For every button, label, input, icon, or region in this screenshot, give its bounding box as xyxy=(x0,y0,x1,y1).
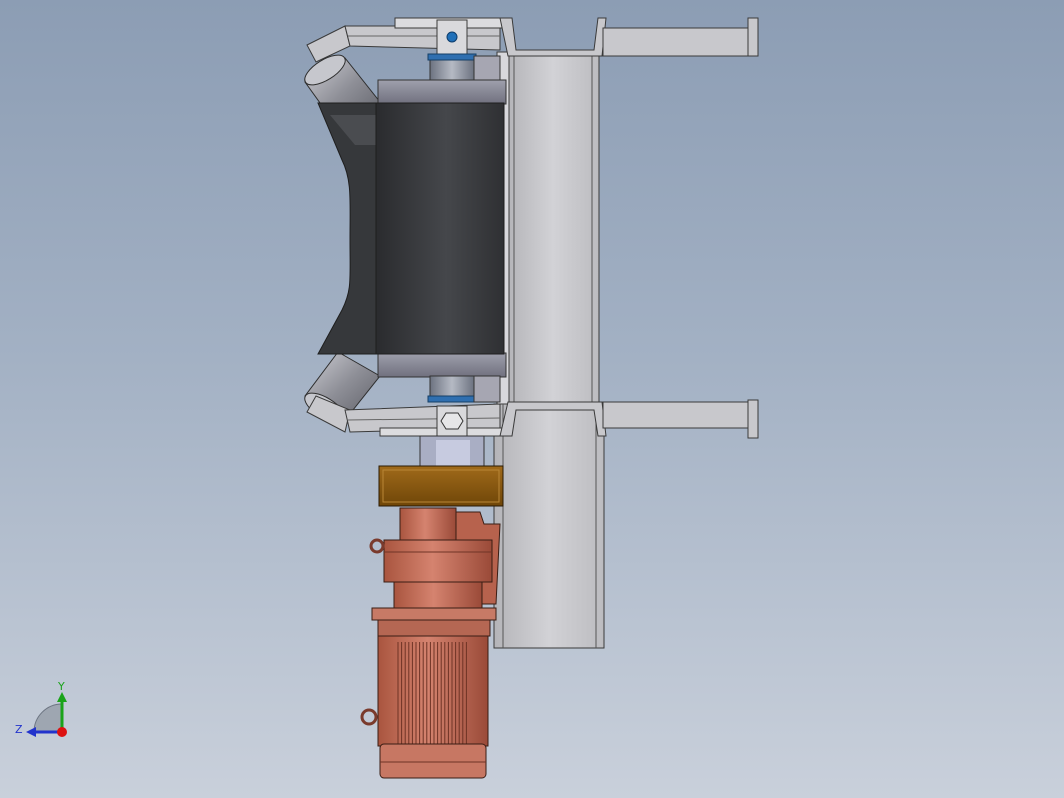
belt-trough xyxy=(317,102,505,355)
y-axis-arrowhead xyxy=(57,692,67,702)
x-axis-point xyxy=(57,727,67,737)
conveyor-drive-assembly: Y Z xyxy=(15,17,759,779)
motor-mount-block xyxy=(378,465,504,507)
gearbox xyxy=(371,507,501,637)
side-frame xyxy=(493,51,605,649)
z-axis-label: Z xyxy=(15,723,23,736)
triad-quarter-disc xyxy=(33,703,63,733)
lifting-eye-upper xyxy=(369,538,385,554)
y-axis-label: Y xyxy=(57,680,65,693)
electric-motor xyxy=(377,635,489,779)
z-axis-arrowhead xyxy=(26,727,36,737)
axis-triad[interactable]: Y Z xyxy=(15,680,67,737)
lifting-eye-lower xyxy=(360,708,378,726)
cad-viewport[interactable]: Y Z xyxy=(0,0,1064,798)
drive-coupling xyxy=(419,435,485,467)
top-cross-beam xyxy=(306,17,759,63)
bottom-shaft xyxy=(427,375,501,403)
